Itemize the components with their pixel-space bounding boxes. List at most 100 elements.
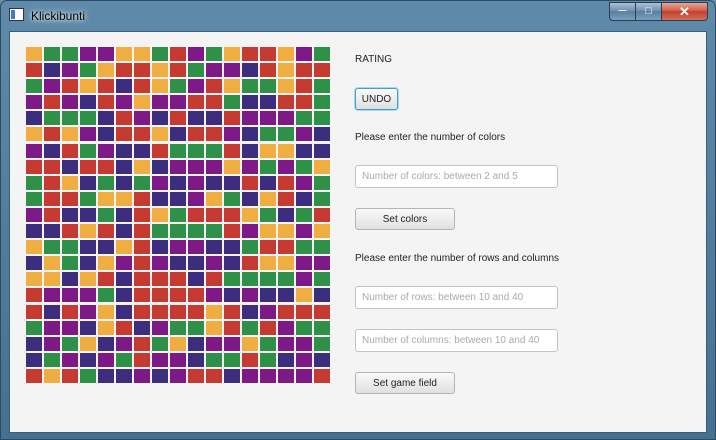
board-tile[interactable] [134, 95, 150, 110]
set-game-field-button[interactable]: Set game field [355, 372, 455, 394]
board-tile[interactable] [134, 111, 150, 126]
board-tile[interactable] [278, 95, 294, 110]
board-tile[interactable] [170, 127, 186, 142]
board-tile[interactable] [80, 352, 96, 367]
board-tile[interactable] [170, 111, 186, 126]
board-tile[interactable] [44, 240, 60, 255]
board-tile[interactable] [26, 47, 42, 61]
board-tile[interactable] [260, 352, 276, 367]
board-tile[interactable] [242, 79, 258, 94]
board-tile[interactable] [62, 336, 78, 351]
board-tile[interactable] [116, 224, 132, 239]
board-tile[interactable] [206, 159, 222, 174]
board-tile[interactable] [224, 63, 240, 78]
board-tile[interactable] [152, 256, 168, 271]
board-tile[interactable] [44, 207, 60, 222]
board-tile[interactable] [98, 224, 114, 239]
board-tile[interactable] [116, 288, 132, 303]
board-tile[interactable] [224, 240, 240, 255]
board-tile[interactable] [188, 207, 204, 222]
board-tile[interactable] [80, 240, 96, 255]
board-tile[interactable] [80, 111, 96, 126]
board-tile[interactable] [206, 240, 222, 255]
board-tile[interactable] [296, 79, 312, 94]
board-tile[interactable] [206, 191, 222, 206]
board-tile[interactable] [44, 272, 60, 287]
board-tile[interactable] [44, 47, 60, 61]
board-tile[interactable] [260, 127, 276, 142]
board-tile[interactable] [80, 127, 96, 142]
board-tile[interactable] [278, 288, 294, 303]
board-tile[interactable] [62, 240, 78, 255]
board-tile[interactable] [116, 191, 132, 206]
board-tile[interactable] [170, 240, 186, 255]
board-tile[interactable] [26, 272, 42, 287]
board-tile[interactable] [224, 143, 240, 158]
board-tile[interactable] [170, 272, 186, 287]
board-tile[interactable] [170, 191, 186, 206]
board-tile[interactable] [260, 95, 276, 110]
board-tile[interactable] [224, 207, 240, 222]
board-tile[interactable] [170, 143, 186, 158]
board-tile[interactable] [134, 272, 150, 287]
board-tile[interactable] [26, 127, 42, 142]
board-tile[interactable] [260, 63, 276, 78]
board-tile[interactable] [296, 368, 312, 383]
board-tile[interactable] [134, 47, 150, 61]
board-tile[interactable] [98, 159, 114, 174]
board-tile[interactable] [188, 304, 204, 319]
board-tile[interactable] [296, 47, 312, 61]
board-tile[interactable] [152, 95, 168, 110]
board-tile[interactable] [188, 320, 204, 335]
board-tile[interactable] [44, 191, 60, 206]
board-tile[interactable] [296, 304, 312, 319]
board-tile[interactable] [296, 288, 312, 303]
board-tile[interactable] [278, 272, 294, 287]
board-tile[interactable] [206, 127, 222, 142]
title-bar[interactable]: Klickibunti ─ □ ✕ [1, 1, 715, 31]
board-tile[interactable] [116, 272, 132, 287]
board-tile[interactable] [188, 175, 204, 190]
board-tile[interactable] [62, 368, 78, 383]
board-tile[interactable] [314, 224, 330, 239]
board-tile[interactable] [314, 368, 330, 383]
board-tile[interactable] [224, 368, 240, 383]
board-tile[interactable] [314, 352, 330, 367]
board-tile[interactable] [260, 47, 276, 61]
board-tile[interactable] [170, 159, 186, 174]
board-tile[interactable] [170, 224, 186, 239]
board-tile[interactable] [44, 224, 60, 239]
board-tile[interactable] [296, 127, 312, 142]
board-tile[interactable] [152, 368, 168, 383]
board-tile[interactable] [116, 95, 132, 110]
board-tile[interactable] [26, 175, 42, 190]
board-tile[interactable] [62, 111, 78, 126]
board-tile[interactable] [116, 320, 132, 335]
board-tile[interactable] [296, 256, 312, 271]
board-tile[interactable] [134, 191, 150, 206]
board-tile[interactable] [98, 175, 114, 190]
minimize-button[interactable]: ─ [609, 2, 636, 21]
board-tile[interactable] [260, 79, 276, 94]
board-tile[interactable] [296, 207, 312, 222]
board-tile[interactable] [62, 159, 78, 174]
board-tile[interactable] [278, 256, 294, 271]
board-tile[interactable] [206, 304, 222, 319]
board-tile[interactable] [314, 143, 330, 158]
board-tile[interactable] [224, 320, 240, 335]
board-tile[interactable] [224, 175, 240, 190]
board-tile[interactable] [314, 336, 330, 351]
board-tile[interactable] [62, 175, 78, 190]
board-tile[interactable] [80, 336, 96, 351]
board-tile[interactable] [278, 63, 294, 78]
board-tile[interactable] [44, 256, 60, 271]
board-tile[interactable] [314, 111, 330, 126]
board-tile[interactable] [242, 352, 258, 367]
board-tile[interactable] [188, 111, 204, 126]
board-tile[interactable] [206, 368, 222, 383]
board-tile[interactable] [206, 47, 222, 61]
board-tile[interactable] [260, 336, 276, 351]
board-tile[interactable] [206, 207, 222, 222]
board-tile[interactable] [116, 207, 132, 222]
board-tile[interactable] [188, 240, 204, 255]
